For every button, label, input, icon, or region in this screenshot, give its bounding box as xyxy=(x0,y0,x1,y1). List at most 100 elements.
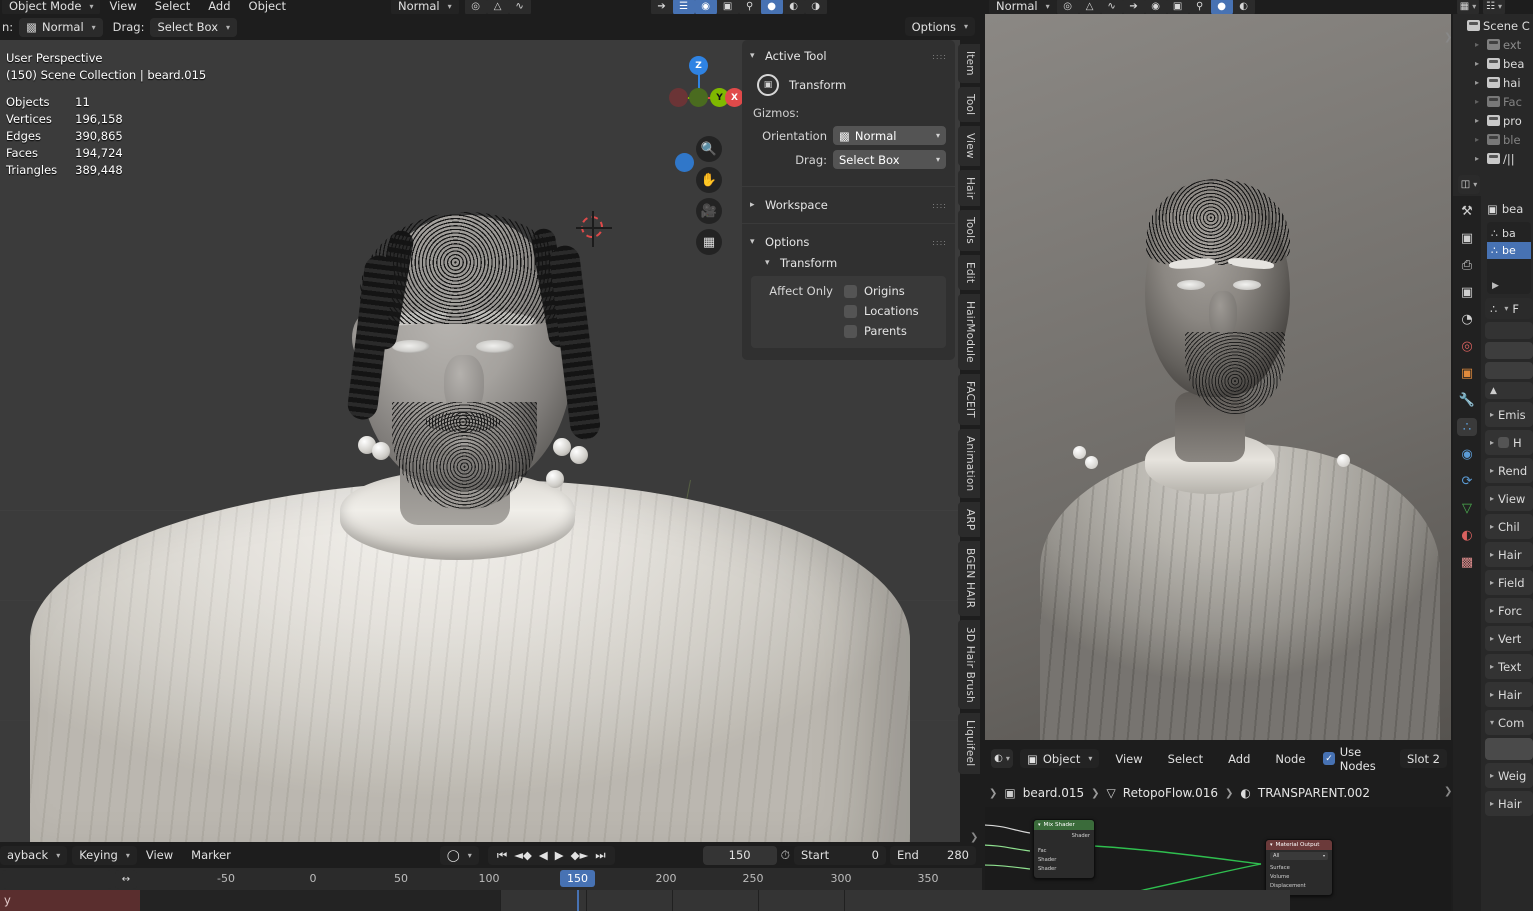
panel-hair-dynamics[interactable]: ▸ H xyxy=(1485,430,1533,455)
panel-vertex-groups[interactable]: ▸ Vert xyxy=(1485,626,1533,651)
use-nodes-checkbox[interactable]: ✓ xyxy=(1323,752,1335,765)
gizmo-axis-neg-x[interactable] xyxy=(669,88,688,107)
editor-type-properties-icon[interactable]: ◫ ▾ xyxy=(1458,174,1480,194)
list-item[interactable]: ∴ be xyxy=(1487,242,1531,259)
rendered-shading-icon[interactable]: ◑ xyxy=(804,0,827,14)
output-tab[interactable]: ⎙ xyxy=(1457,256,1477,274)
render-region-icon[interactable]: ▣ xyxy=(716,0,739,14)
timeline-menu-view[interactable]: View xyxy=(137,848,182,862)
active-tool-panel-header[interactable]: ▾ Active Tool :::: xyxy=(742,44,955,68)
panel-collapse-arrow-viewport[interactable]: ❯ xyxy=(970,832,978,843)
field-row[interactable] xyxy=(1485,322,1533,339)
breadcrumb-mesh[interactable]: RetopoFlow.016 xyxy=(1123,786,1218,800)
world-tab[interactable]: ◎ xyxy=(1457,337,1477,355)
node-mix-shader[interactable]: ▾ Mix Shader Shader Fac Shader Shader xyxy=(1033,819,1095,879)
view-layer-tab[interactable]: ▣ xyxy=(1457,283,1477,301)
next-keyframe-icon[interactable]: ◆► xyxy=(571,848,589,862)
sidebar-tab-faceit[interactable]: FACEIT xyxy=(958,373,980,425)
menu-add[interactable]: Add xyxy=(199,0,239,13)
panel-hair-2[interactable]: ▸ Hair xyxy=(1485,791,1533,816)
list-item[interactable]: ∴ ba xyxy=(1487,225,1531,242)
expand-arrow-icon[interactable]: ▶ xyxy=(1487,281,1531,291)
playhead-badge[interactable]: 150 xyxy=(560,870,595,887)
object-tab[interactable]: ▣ xyxy=(1457,364,1477,382)
gizmo-axis-neg-y[interactable] xyxy=(689,88,708,107)
breadcrumb-material[interactable]: TRANSPARENT.002 xyxy=(1258,786,1370,800)
keying-menu[interactable]: Keying ▾ xyxy=(72,845,137,865)
transform-subpanel-header[interactable]: ▾ Transform xyxy=(751,254,946,274)
xray-icon-v2[interactable]: ◉ xyxy=(1144,0,1167,14)
camera-icon[interactable]: 🎥 xyxy=(696,198,722,224)
node-target-dropdown[interactable]: All ▾ xyxy=(1270,852,1328,860)
sidebar-tab-3dhairbrush[interactable]: 3D Hair Brush xyxy=(958,619,980,710)
gizmo-axis-z[interactable]: Z xyxy=(689,56,708,75)
node-input-shader-1[interactable]: Shader xyxy=(1038,856,1090,865)
falloff-icon[interactable]: ∿ xyxy=(508,0,531,14)
material-icon-v2[interactable]: ◐ xyxy=(1232,0,1255,14)
shading-type-dropdown[interactable]: ▣ Object ▾ xyxy=(1020,749,1100,768)
search-input[interactable] xyxy=(2,870,112,889)
outliner-item-ble[interactable]: ▸ ble xyxy=(1453,130,1533,149)
constraints-tab[interactable]: ⟳ xyxy=(1457,472,1477,490)
zoom-icon[interactable]: 🔍 xyxy=(696,136,722,162)
panel-texture[interactable]: ▸ Text xyxy=(1485,654,1533,679)
sidebar-tab-bgenhair[interactable]: BGEN HAIR xyxy=(958,541,980,616)
outliner-item-last[interactable]: ▸ /|| xyxy=(1453,149,1533,168)
sidebar-tab-edit[interactable]: Edit xyxy=(958,254,980,291)
dopesheet-body[interactable] xyxy=(0,890,1290,911)
panel-emission[interactable]: ▸ Emis xyxy=(1485,402,1533,427)
workspace-panel-header[interactable]: ▸ Workspace :::: xyxy=(742,193,955,217)
panel-force-field[interactable]: ▸ Forc xyxy=(1485,598,1533,623)
menu-object[interactable]: Object xyxy=(240,0,295,13)
sidebar-tab-tool[interactable]: Tool xyxy=(958,86,980,122)
properties-body[interactable]: ▣ bea ∴ ba ∴ be ▶ ∴ ▾ F ▲ ▸ Emis ▸ H ▸ R… xyxy=(1481,196,1533,911)
play-icon[interactable]: ▶ xyxy=(555,848,564,862)
play-reverse-icon[interactable]: ◀ xyxy=(539,848,548,862)
grid-icon[interactable]: ▦ xyxy=(696,229,722,255)
outliner-item-hai[interactable]: ▸ hai xyxy=(1453,73,1533,92)
prev-keyframe-icon[interactable]: ◄◆ xyxy=(514,848,532,862)
origins-checkbox[interactable] xyxy=(844,284,857,298)
end-frame-field[interactable]: End 280 xyxy=(890,845,976,865)
panel-field-weights[interactable]: ▸ Field xyxy=(1485,570,1533,595)
display-mode-icon[interactable]: ☷ ▾ xyxy=(1483,0,1505,14)
orientation-selector-v2[interactable]: Normal ▾ xyxy=(989,0,1057,14)
panel-common[interactable]: ▾ Com xyxy=(1485,710,1533,735)
outliner-item-pro[interactable]: ▸ pro xyxy=(1453,111,1533,130)
node-material-output[interactable]: ▾ Material Output All ▾ Surface Volume D… xyxy=(1265,839,1333,896)
jump-start-icon[interactable]: ⏮ xyxy=(497,848,507,863)
orientation-dropdown[interactable]: ▩ Normal ▾ xyxy=(833,126,946,145)
overlay-icon-v2[interactable]: ➔ xyxy=(1122,0,1145,14)
transport-controls[interactable]: ⏮ ◄◆ ◀ ▶ ◆► ⏭ xyxy=(487,845,615,865)
resize-handle-icon[interactable]: ↔ xyxy=(115,870,137,889)
panel-children[interactable]: ▸ Chil xyxy=(1485,514,1533,539)
editor-type-icon[interactable]: ▦ ▾ xyxy=(1457,0,1479,14)
modifier-tab[interactable]: 🔧 xyxy=(1457,391,1477,409)
sidebar-tab-view[interactable]: View xyxy=(958,125,980,166)
render-tab[interactable]: ▣ xyxy=(1457,229,1477,247)
panel-viewport-display[interactable]: ▸ View xyxy=(1485,486,1533,511)
breadcrumb-object[interactable]: beard.015 xyxy=(1023,786,1084,800)
shader-menu-node[interactable]: Node xyxy=(1266,752,1314,766)
material-shading-icon[interactable]: ◐ xyxy=(782,0,805,14)
particles-tab[interactable]: ∴ xyxy=(1457,418,1477,436)
texture-tab[interactable]: ▩ xyxy=(1457,553,1477,571)
particle-system-list[interactable]: ∴ ba ∴ be ▶ xyxy=(1487,222,1531,294)
sidebar-tab-hair[interactable]: Hair xyxy=(958,169,980,206)
current-frame-field[interactable]: 150 xyxy=(702,845,777,865)
timeline-menu-marker[interactable]: Marker xyxy=(182,848,240,862)
menu-select[interactable]: Select xyxy=(146,0,199,13)
solid-shading-icon[interactable]: ● xyxy=(760,0,783,14)
collapse-row[interactable]: ▲ xyxy=(1485,382,1533,399)
mode-selector[interactable]: Object Mode ▾ xyxy=(2,0,101,14)
shader-menu-select[interactable]: Select xyxy=(1159,752,1212,766)
3d-viewport-preview[interactable] xyxy=(985,14,1451,740)
sidebar-tab-arp[interactable]: ARP xyxy=(958,501,980,538)
cursor-select-icon[interactable]: ➔ xyxy=(650,0,673,14)
outliner-item-fac[interactable]: ▸ Fac xyxy=(1453,92,1533,111)
options-panel-header[interactable]: ▾ Options :::: xyxy=(742,230,955,254)
sidebar-tab-animation[interactable]: Animation xyxy=(958,428,980,498)
outliner-item-ext[interactable]: ▸ ext xyxy=(1453,35,1533,54)
common-value-field[interactable] xyxy=(1485,738,1533,760)
sidebar-tab-tools[interactable]: Tools xyxy=(958,210,980,251)
